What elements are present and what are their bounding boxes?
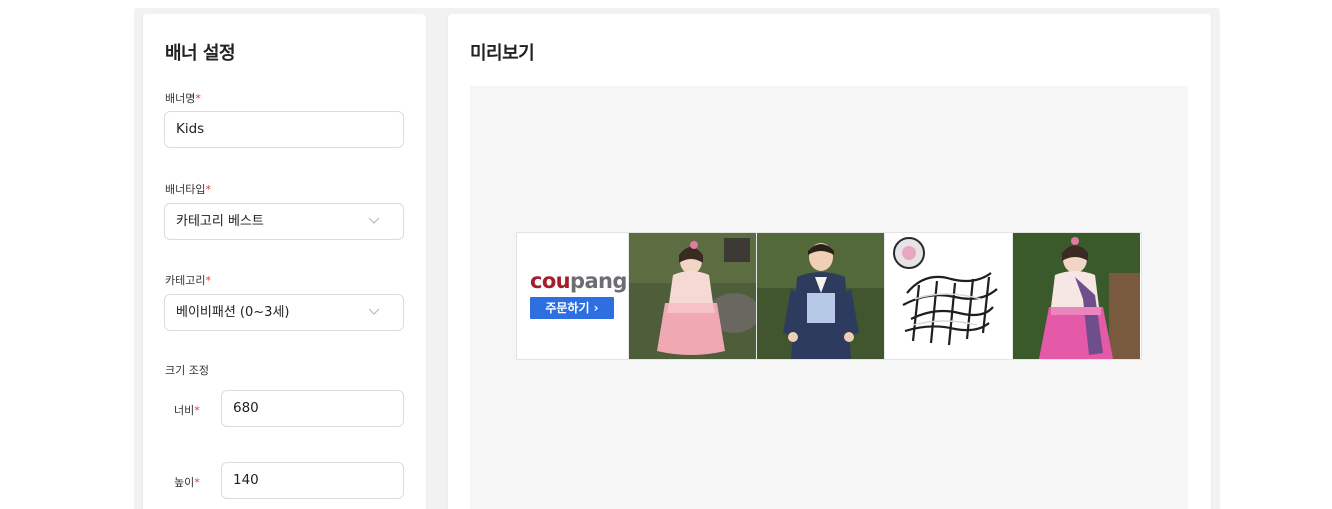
preview-title: 미리보기 [470, 43, 535, 64]
height-input[interactable]: 140 [221, 462, 404, 499]
chevron-down-icon [368, 308, 380, 315]
preview-canvas: coupang 주문하기 › [470, 86, 1188, 509]
settings-title: 배너 설정 [165, 43, 236, 64]
banner-type-select[interactable]: 카테고리 베스트 [164, 203, 404, 240]
preview-panel: 미리보기 coupang 주문하기 › [448, 14, 1211, 509]
banner-name-input[interactable]: Kids [164, 111, 404, 148]
product-image-hanbok-girl-standing[interactable] [1012, 233, 1140, 359]
product-image-hair-ties[interactable] [884, 233, 1012, 359]
height-label: 높이* [174, 476, 200, 489]
chevron-down-icon [368, 217, 380, 224]
hair-ties-image [885, 233, 1012, 359]
coupang-logo: coupang [530, 269, 627, 293]
brand-cell[interactable]: coupang 주문하기 › [517, 233, 628, 359]
order-button[interactable]: 주문하기 › [530, 297, 614, 319]
width-label: 너비* [174, 404, 200, 417]
category-select[interactable]: 베이비패션 (0~3세) [164, 294, 404, 331]
banner-name-label: 배너명* [165, 92, 201, 105]
banner-preview[interactable]: coupang 주문하기 › [516, 232, 1142, 360]
product-image-hanbok-girl-sitting[interactable] [628, 233, 756, 359]
category-value: 베이비패션 (0~3세) [176, 305, 290, 320]
hanbok-boy-image [757, 233, 884, 359]
product-image-hanbok-boy[interactable] [756, 233, 884, 359]
banner-type-value: 카테고리 베스트 [176, 214, 264, 229]
width-input[interactable]: 680 [221, 390, 404, 427]
banner-settings-panel: 배너 설정 배너명* Kids 배너타입* 카테고리 베스트 카테고리* 베이비… [143, 14, 426, 509]
hanbok-girl-standing-image [1013, 233, 1140, 359]
category-label: 카테고리* [165, 274, 211, 287]
size-adjust-label: 크기 조정 [165, 364, 209, 377]
banner-type-label: 배너타입* [165, 183, 211, 196]
hanbok-girl-sitting-image [629, 233, 756, 359]
